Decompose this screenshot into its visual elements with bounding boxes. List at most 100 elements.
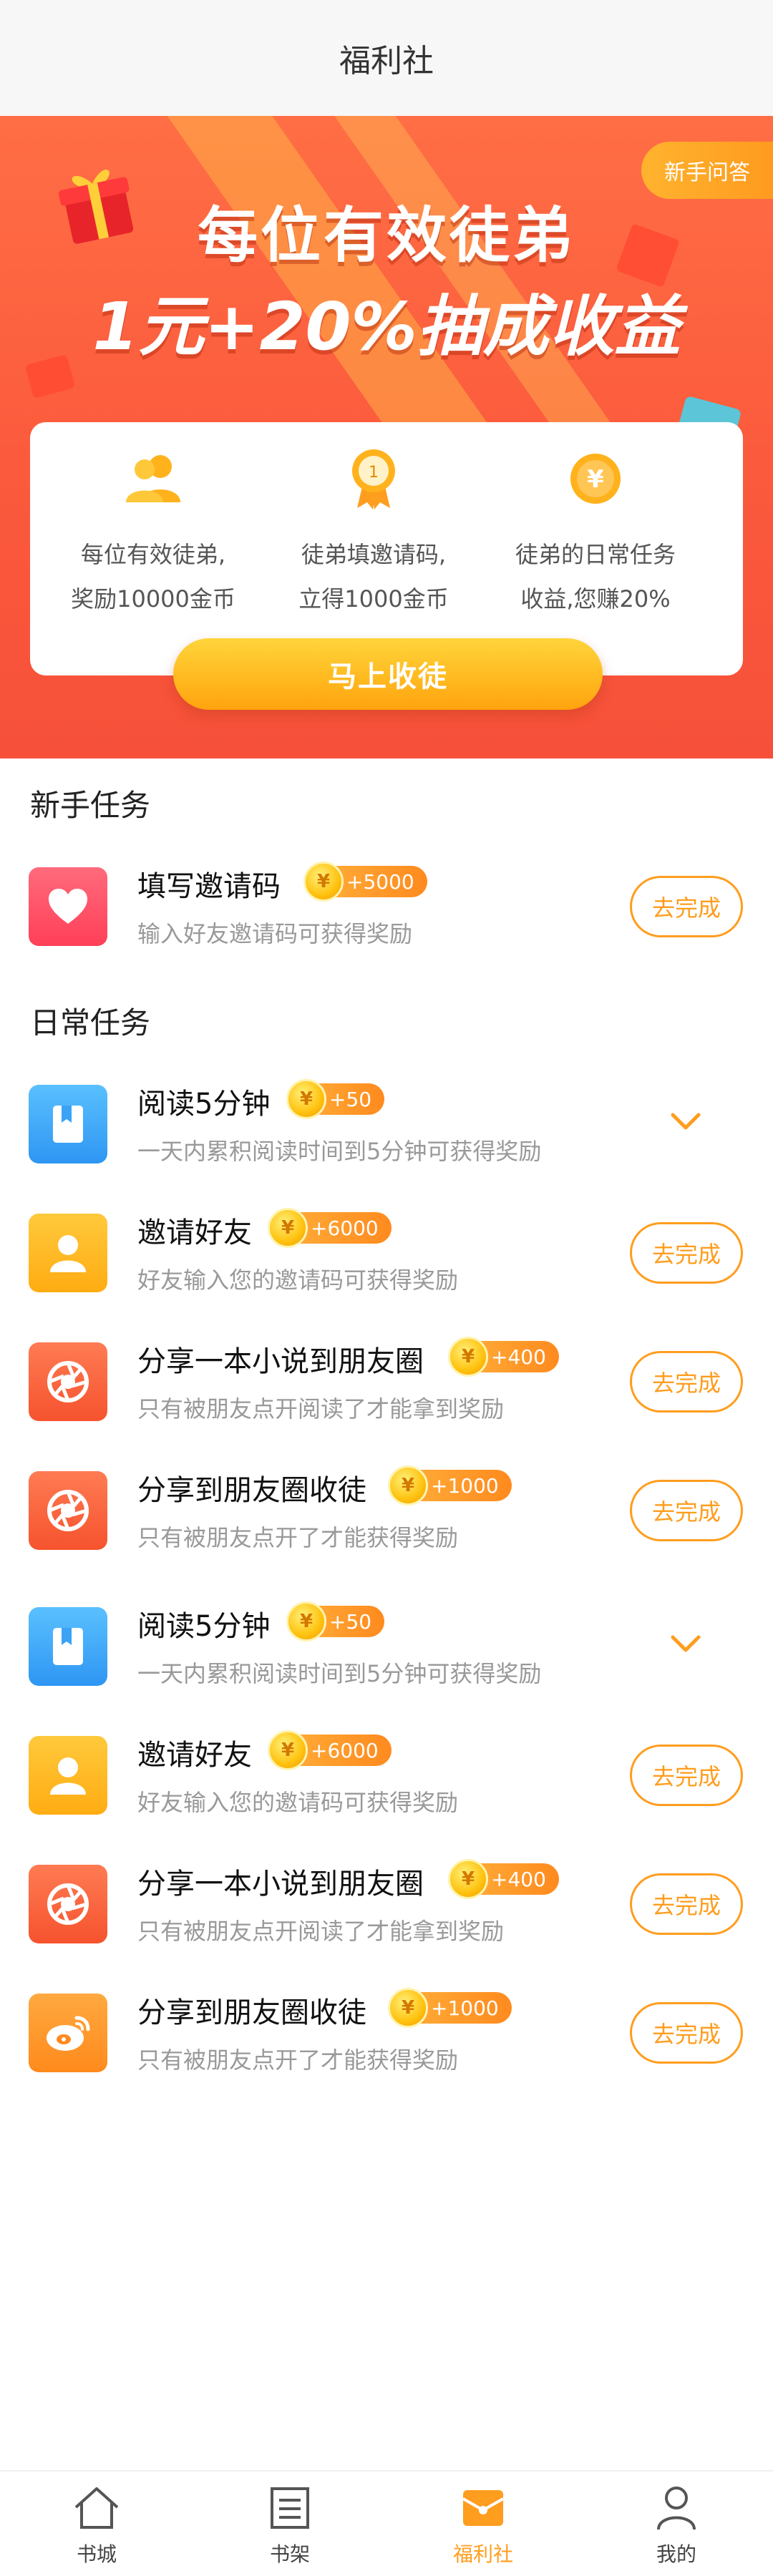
coin-icon: ¥: [286, 1079, 326, 1119]
heart-icon: [29, 867, 107, 946]
coin-icon: ¥: [268, 1730, 308, 1770]
task-description: 输入好友邀请码可获得奖励: [137, 920, 413, 947]
bookshelf-icon: [265, 2483, 315, 2533]
nav-item-profile[interactable]: 我的: [580, 2472, 773, 2576]
page-title: 福利社: [339, 43, 434, 79]
coin-icon: ¥: [388, 1988, 428, 2028]
task-description: 一天内累积阅读时间到5分钟可获得奖励: [137, 1138, 542, 1165]
task-description: 好友输入您的邀请码可获得奖励: [137, 1267, 459, 1294]
task-row[interactable]: 分享一本小说到朋友圈 ¥ +400 只有被朋友点开阅读了才能拿到奖励 去完成: [0, 1332, 773, 1447]
complete-task-button[interactable]: 去完成: [630, 2002, 743, 2064]
bottom-nav: 书城 书架 福利社 我的: [0, 2470, 773, 2576]
task-description: 好友输入您的邀请码可获得奖励: [137, 1789, 459, 1816]
task-name: 阅读5分钟: [137, 1088, 271, 1121]
task-name: 阅读5分钟: [137, 1610, 271, 1643]
reward-amount: +1000: [431, 1473, 499, 1498]
chevron-down-icon[interactable]: [670, 1630, 701, 1659]
coin-icon: ¥: [448, 1337, 488, 1377]
benefit-text-line1: 徒弟的日常任务: [515, 541, 676, 568]
task-description: 只有被朋友点开阅读了才能拿到奖励: [137, 1918, 505, 1945]
top-bar: 福利社: [0, 0, 773, 116]
coin-icon: ¥: [268, 1208, 308, 1248]
reward-amount: +50: [329, 1609, 372, 1634]
reward-badge: ¥ +1000: [388, 1988, 512, 2028]
benefit-reward-per-apprentice: 每位有效徒弟, 奖励10000金币: [46, 447, 261, 621]
nav-label: 我的: [656, 2542, 696, 2566]
home-icon: [72, 2483, 122, 2533]
task-row[interactable]: 阅读5分钟 ¥ +50 一天内累积阅读时间到5分钟可获得奖励: [0, 1597, 773, 1712]
task-description: 一天内累积阅读时间到5分钟可获得奖励: [137, 1660, 542, 1687]
task-row[interactable]: 阅读5分钟 ¥ +50 一天内累积阅读时间到5分钟可获得奖励: [0, 1075, 773, 1189]
task-name: 邀请好友: [137, 1739, 252, 1772]
task-row[interactable]: 填写邀请码 ¥ +5000 输入好友邀请码可获得奖励 去完成: [0, 857, 773, 972]
profile-icon: [651, 2483, 701, 2533]
reward-amount: +6000: [311, 1216, 379, 1240]
coin-icon: ¥: [388, 1465, 428, 1506]
gift-envelope-icon: [458, 2483, 508, 2533]
reward-amount: +400: [491, 1345, 546, 1369]
task-name: 分享一本小说到朋友圈: [137, 1868, 424, 1901]
complete-task-button[interactable]: 去完成: [630, 1745, 743, 1806]
reward-amount: +50: [329, 1087, 372, 1111]
nav-label: 书城: [76, 2542, 117, 2566]
reward-amount: +400: [491, 1867, 546, 1891]
person-icon: [29, 1214, 107, 1292]
reward-badge: ¥ +400: [448, 1859, 559, 1899]
benefit-text-line2: 奖励10000金币: [71, 585, 235, 613]
headline-secondary: 1元+20%抽成收益: [92, 288, 681, 365]
task-row[interactable]: 邀请好友 ¥ +6000 好友输入您的邀请码可获得奖励 去完成: [0, 1204, 773, 1318]
person-icon: [29, 1736, 107, 1815]
reward-badge: ¥ +50: [286, 1601, 385, 1641]
complete-task-button[interactable]: 去完成: [630, 1480, 743, 1541]
task-name: 邀请好友: [137, 1216, 252, 1249]
complete-task-button[interactable]: 去完成: [630, 876, 743, 937]
aperture-icon: [29, 1471, 107, 1550]
section-title-newbie: 新手任务: [30, 788, 151, 823]
invite-now-button[interactable]: 马上收徒: [173, 638, 603, 710]
nav-item-bookstore[interactable]: 书城: [0, 2472, 193, 2576]
nav-item-welfare[interactable]: 福利社: [386, 2472, 580, 2576]
book-icon: [29, 1085, 107, 1163]
task-row[interactable]: 分享一本小说到朋友圈 ¥ +400 只有被朋友点开阅读了才能拿到奖励 去完成: [0, 1855, 773, 1969]
medal-icon-text: 1: [369, 464, 379, 482]
task-name: 分享到朋友圈收徒: [137, 1996, 366, 2029]
aperture-icon: [29, 1342, 107, 1421]
reward-badge: ¥ +50: [286, 1079, 385, 1119]
chevron-down-icon[interactable]: [670, 1108, 701, 1136]
benefit-text-line1: 每位有效徒弟,: [80, 541, 226, 568]
headline-primary: 每位有效徒弟: [197, 200, 575, 270]
task-name: 分享到朋友圈收徒: [137, 1474, 366, 1507]
complete-task-button[interactable]: 去完成: [630, 1222, 743, 1284]
coin-icon: ¥: [448, 1859, 488, 1899]
complete-task-button[interactable]: 去完成: [630, 1873, 743, 1935]
complete-task-button[interactable]: 去完成: [630, 1351, 743, 1413]
task-name: 分享一本小说到朋友圈: [137, 1345, 424, 1378]
reward-badge: ¥ +400: [448, 1337, 559, 1377]
book-icon: [29, 1607, 107, 1686]
task-description: 只有被朋友点开了才能获得奖励: [137, 1524, 459, 1551]
task-description: 只有被朋友点开阅读了才能拿到奖励: [137, 1395, 505, 1423]
task-row[interactable]: 分享到朋友圈收徒 ¥ +1000 只有被朋友点开了才能获得奖励 去完成: [0, 1984, 773, 2098]
reward-amount: +1000: [431, 1996, 499, 2020]
reward-amount: +6000: [311, 1738, 379, 1762]
aperture-icon: [29, 1865, 107, 1943]
coin-icon: ¥: [286, 1601, 326, 1641]
yuan-coin-icon: ¥: [563, 447, 628, 511]
task-row[interactable]: 邀请好友 ¥ +6000 好友输入您的邀请码可获得奖励 去完成: [0, 1726, 773, 1840]
task-row[interactable]: 分享到朋友圈收徒 ¥ +1000 只有被朋友点开了才能获得奖励 去完成: [0, 1461, 773, 1576]
reward-badge: ¥ +5000: [303, 862, 427, 902]
invite-banner: 新手问答 每位有效徒弟 1元+20%抽成收益 每位有效徒弟, 奖励10000金币: [0, 116, 773, 758]
weibo-icon: [29, 1994, 107, 2072]
reward-badge: ¥ +1000: [388, 1465, 512, 1506]
benefit-text-line2: 收益,您赚20%: [520, 585, 671, 613]
benefit-text-line2: 立得1000金币: [298, 585, 449, 613]
reward-badge: ¥ +6000: [268, 1730, 392, 1770]
invite-benefits-card: 每位有效徒弟, 奖励10000金币 1 徒弟填邀请码, 立得1000金币 ¥ 徒…: [30, 422, 743, 675]
users-icon: [121, 447, 185, 511]
task-name: 填写邀请码: [137, 870, 281, 903]
section-title-daily: 日常任务: [30, 1005, 151, 1040]
nav-item-bookshelf[interactable]: 书架: [193, 2472, 386, 2576]
reward-amount: +5000: [346, 869, 414, 894]
benefit-commission: ¥ 徒弟的日常任务 收益,您赚20%: [488, 447, 703, 621]
benefit-text-line1: 徒弟填邀请码,: [301, 541, 447, 568]
